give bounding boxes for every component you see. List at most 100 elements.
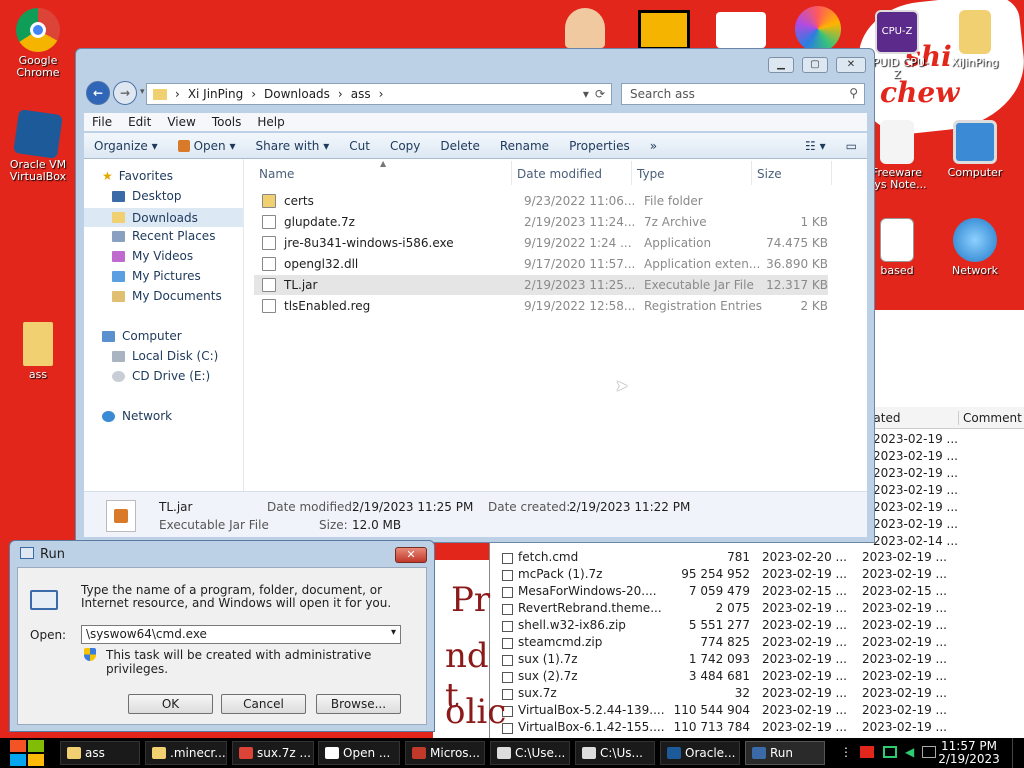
file-row[interactable]: glupdate.7z 2/19/2023 11:24... 7z Archive 1…	[254, 212, 828, 232]
menu-tools[interactable]: Tools	[204, 113, 250, 131]
dropdown-arrow-icon[interactable]: ▾	[391, 627, 396, 638]
search-icon[interactable]: ⚲	[849, 86, 858, 100]
file-row[interactable]: jre-8u341-windows-i586.exe 9/19/2022 1:24…	[254, 233, 828, 253]
delete-button[interactable]: Delete	[430, 139, 489, 153]
list-item[interactable]: sux (1).7z 1 742 093 2023-02-19 ... 2023-02…	[500, 652, 1024, 669]
list-item[interactable]: fetch.cmd 781 2023-02-20 ... 2023-02-19 ...	[500, 550, 1024, 567]
search-placeholder: Search ass	[630, 87, 695, 101]
nav-downloads[interactable]: Downloads	[84, 208, 243, 227]
cancel-button[interactable]: Cancel	[221, 694, 306, 714]
file-type: 7z Archive	[644, 215, 707, 229]
list-item[interactable]: MesaForWindows-20.... 7 059 479 2023-02-15…	[500, 584, 1024, 601]
start-button[interactable]	[10, 740, 44, 766]
task-open[interactable]: Open ...	[318, 741, 400, 765]
desktop-icon-chrome[interactable]: Google Chrome	[3, 8, 73, 79]
close-button[interactable]: ✕	[836, 57, 866, 73]
nav-desktop[interactable]: Desktop	[112, 189, 182, 203]
file-row[interactable]: TL.jar 2/19/2023 11:25... Executable Jar F…	[254, 275, 828, 295]
organize-button[interactable]: Organize ▾	[84, 139, 168, 153]
task-ass[interactable]: ass	[60, 741, 140, 765]
nav-my-documents[interactable]: My Documents	[112, 289, 222, 303]
breadcrumb-item[interactable]: Xi JinPing	[188, 87, 243, 101]
desktop-icon-computer[interactable]: Computer	[940, 120, 1010, 179]
menu-edit[interactable]: Edit	[120, 113, 159, 131]
list-item[interactable]: sux (2).7z 3 484 681 2023-02-19 ... 2023-02…	[500, 669, 1024, 686]
back-button[interactable]: ←	[86, 81, 110, 105]
colorful-logo-icon	[795, 6, 841, 52]
address-dropdown-icon[interactable]: ▾	[583, 87, 589, 101]
file-name: certs	[284, 194, 314, 208]
preview-pane-icon[interactable]: ▭	[836, 139, 867, 153]
desktop-icon-xijinping[interactable]: XiJinPing	[940, 10, 1010, 69]
refresh-icon[interactable]: ⟳	[595, 87, 605, 101]
tray-overflow-icon[interactable]: ⋮	[840, 745, 852, 759]
list-item[interactable]: mcPack (1).7z 95 254 952 2023-02-19 ... 202…	[500, 567, 1024, 584]
forward-button[interactable]: →	[113, 81, 137, 105]
column-header-type[interactable]: Type	[632, 161, 752, 185]
desktop-icon-ass-folder[interactable]: ass	[3, 322, 73, 381]
nav-computer[interactable]: Computer	[102, 329, 182, 343]
list-item-created: 2023-02-19 ...	[862, 567, 947, 581]
minimize-button[interactable]: ▁	[768, 57, 794, 73]
column-header-size[interactable]: Size	[752, 161, 832, 185]
rename-button[interactable]: Rename	[490, 139, 559, 153]
nav-my-pictures[interactable]: My Pictures	[112, 269, 201, 283]
file-row[interactable]: tlsEnabled.reg 9/19/2022 12:58... Registra…	[254, 296, 828, 316]
open-button[interactable]: Open ▾	[168, 139, 246, 153]
cut-button[interactable]: Cut	[339, 139, 380, 153]
task-cmd-2[interactable]: C:\Us...	[575, 741, 655, 765]
flag-icon[interactable]	[860, 746, 874, 758]
breadcrumb-separator: ›	[378, 87, 384, 101]
list-item[interactable]: VirtualBox-5.2.44-139.... 110 544 904 2023…	[500, 703, 1024, 720]
list-item[interactable]: steamcmd.zip 774 825 2023-02-19 ... 2023-02…	[500, 635, 1024, 652]
copy-button[interactable]: Copy	[380, 139, 430, 153]
address-bar[interactable]: › Xi JinPing › Downloads › ass › ▾ ⟳	[146, 83, 612, 105]
task-microsoft[interactable]: Micros...	[405, 741, 485, 765]
list-item[interactable]: shell.w32-ix86.zip 5 551 277 2023-02-19 ..…	[500, 618, 1024, 635]
properties-button[interactable]: Properties	[559, 139, 640, 153]
nav-favorites[interactable]: ★ Favorites	[102, 169, 173, 183]
list-item-modified: 2023-02-19 ...	[762, 720, 847, 734]
list-item[interactable]: RevertRebrand.theme... 2 075 2023-02-19 ..…	[500, 601, 1024, 618]
clock[interactable]: 11:57 PM 2/19/2023	[938, 740, 1000, 766]
menu-file[interactable]: File	[84, 113, 120, 131]
task-oracle[interactable]: Oracle...	[660, 741, 740, 765]
column-header-comment[interactable]: Comment	[958, 411, 1022, 425]
search-input[interactable]: Search ass ⚲	[621, 83, 865, 105]
task-minecraft[interactable]: .minecr...	[145, 741, 227, 765]
menu-view[interactable]: View	[159, 113, 203, 131]
list-item[interactable]: sux.7z 32 2023-02-19 ... 2023-02-19 ...	[500, 686, 1024, 703]
maximize-button[interactable]: ▢	[802, 57, 828, 73]
volume-icon[interactable]: ◀	[905, 745, 914, 759]
desktop-icon-label: Computer	[947, 166, 1003, 179]
file-row[interactable]: certs 9/23/2022 11:06... File folder	[254, 191, 828, 211]
nav-local-disk[interactable]: Local Disk (C:)	[112, 349, 218, 363]
task-sux7z[interactable]: sux.7z ...	[232, 741, 314, 765]
show-desktop-button[interactable]	[1012, 738, 1024, 768]
network-tray-icon[interactable]	[883, 746, 897, 758]
desktop-icon-network[interactable]: Network	[940, 218, 1010, 277]
nav-my-videos[interactable]: My Videos	[112, 249, 193, 263]
breadcrumb-item[interactable]: Downloads	[264, 87, 330, 101]
list-item[interactable]: VirtualBox-6.1.42-155.... 110 713 784 2023…	[500, 720, 1024, 737]
open-combobox[interactable]: \syswow64\cmd.exe ▾	[81, 625, 401, 644]
nav-cd-drive[interactable]: CD Drive (E:)	[112, 369, 210, 383]
desktop-icon-virtualbox[interactable]: Oracle VM VirtualBox	[3, 109, 73, 183]
close-button[interactable]: ✕	[395, 547, 427, 563]
column-header-date[interactable]: Date modified	[512, 161, 632, 185]
keyboard-icon[interactable]	[922, 746, 936, 758]
task-cmd-1[interactable]: C:\Use...	[490, 741, 570, 765]
created-cell: 2023-02-19 ...	[873, 466, 958, 480]
breadcrumb-item[interactable]: ass	[351, 87, 371, 101]
more-commands-button[interactable]: »	[640, 139, 667, 153]
task-run[interactable]: Run	[745, 741, 825, 765]
ok-button[interactable]: OK	[128, 694, 213, 714]
menu-help[interactable]: Help	[249, 113, 292, 131]
view-options-icon[interactable]: ☷ ▾	[795, 139, 836, 153]
nav-network[interactable]: Network	[102, 409, 172, 423]
file-row[interactable]: opengl32.dll 9/17/2020 11:57... Applicatio…	[254, 254, 828, 274]
share-with-button[interactable]: Share with ▾	[246, 139, 340, 153]
browse-button[interactable]: Browse...	[316, 694, 401, 714]
recent-pages-chevron-icon[interactable]: ▾	[140, 87, 145, 97]
nav-recent-places[interactable]: Recent Places	[112, 229, 215, 243]
